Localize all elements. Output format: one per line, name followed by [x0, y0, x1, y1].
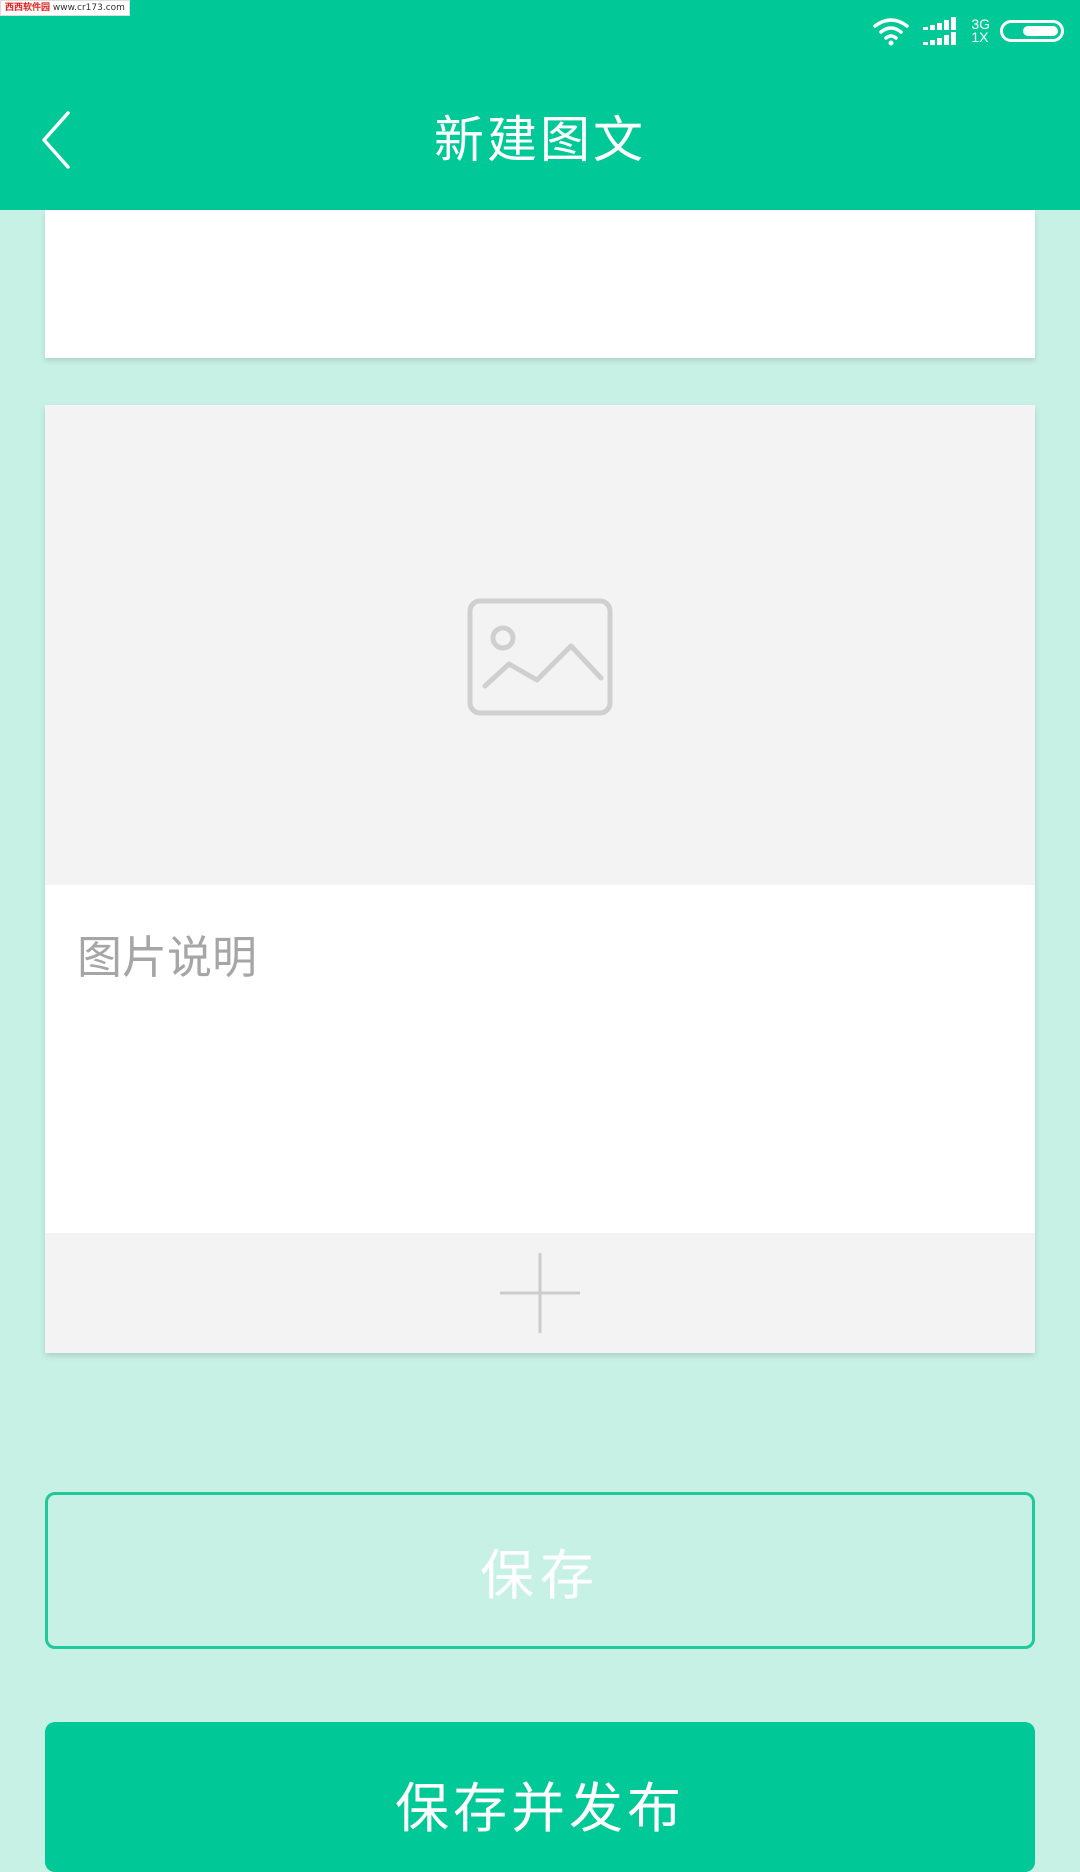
wifi-icon — [873, 18, 910, 46]
caption-input[interactable] — [77, 921, 997, 1241]
image-icon — [467, 598, 613, 716]
watermark-brand: 西西软件园 — [5, 3, 51, 13]
save-and-publish-button[interactable]: 保存并发布 — [45, 1722, 1035, 1872]
watermark-url: www.cr173.com — [52, 3, 125, 13]
page-title: 新建图文 — [434, 111, 646, 169]
save-button[interactable]: 保存 — [45, 1492, 1035, 1649]
status-bar: 3G 1X — [871, 14, 1064, 48]
plus-icon — [500, 1253, 580, 1333]
signal-icon — [923, 17, 957, 45]
image-picker[interactable] — [45, 405, 1035, 885]
network-type-bottom: 1X — [971, 29, 989, 45]
previous-content-card[interactable] — [45, 210, 1035, 358]
add-block-button[interactable] — [45, 1233, 1035, 1353]
app-header: 3G 1X 新建图文 — [0, 0, 1080, 210]
battery-icon — [1000, 20, 1064, 42]
image-text-card — [45, 405, 1035, 1353]
watermark: 西西软件园 www.cr173.com — [0, 0, 130, 16]
network-type: 3G 1X — [971, 17, 990, 45]
battery-level — [1023, 26, 1058, 36]
